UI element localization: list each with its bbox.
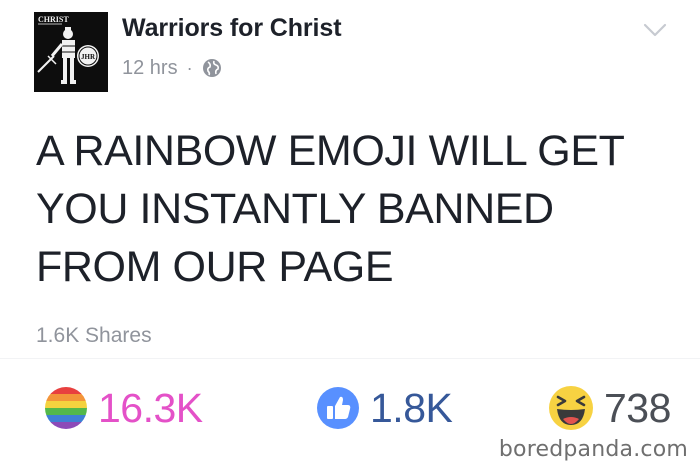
haha-icon [549, 386, 593, 430]
facebook-post: CHRIST JHR Warriors for Christ 12 hrs · … [0, 0, 700, 474]
globe-icon [202, 58, 222, 78]
reaction-haha[interactable]: 738 [548, 384, 671, 432]
rainbow-icon [45, 387, 87, 429]
post-timestamp[interactable]: 12 hrs [122, 57, 178, 80]
post-message: A RAINBOW EMOJI WILL GET YOU INSTANTLY B… [36, 127, 624, 291]
shield-text: JHR [81, 53, 96, 61]
meta-separator: · [186, 57, 193, 78]
like-count: 1.8K [370, 384, 453, 431]
divider [0, 358, 700, 359]
post-meta: 12 hrs · [122, 55, 222, 81]
reaction-like[interactable]: 1.8K [316, 384, 453, 432]
chevron-down-icon[interactable] [642, 20, 668, 40]
warrior-logo-icon: CHRIST JHR [34, 12, 108, 92]
watermark: boredpanda.com [498, 437, 688, 462]
reaction-rainbow[interactable]: 16.3K [44, 384, 203, 432]
page-name-link[interactable]: Warriors for Christ [122, 14, 342, 43]
avatar-logo-text: CHRIST [38, 15, 69, 24]
shares-count-link[interactable]: 1.6K Shares [36, 324, 152, 348]
rainbow-count: 16.3K [98, 384, 203, 431]
haha-count: 738 [604, 384, 671, 431]
like-icon [317, 387, 359, 429]
page-avatar[interactable]: CHRIST JHR [34, 12, 108, 92]
